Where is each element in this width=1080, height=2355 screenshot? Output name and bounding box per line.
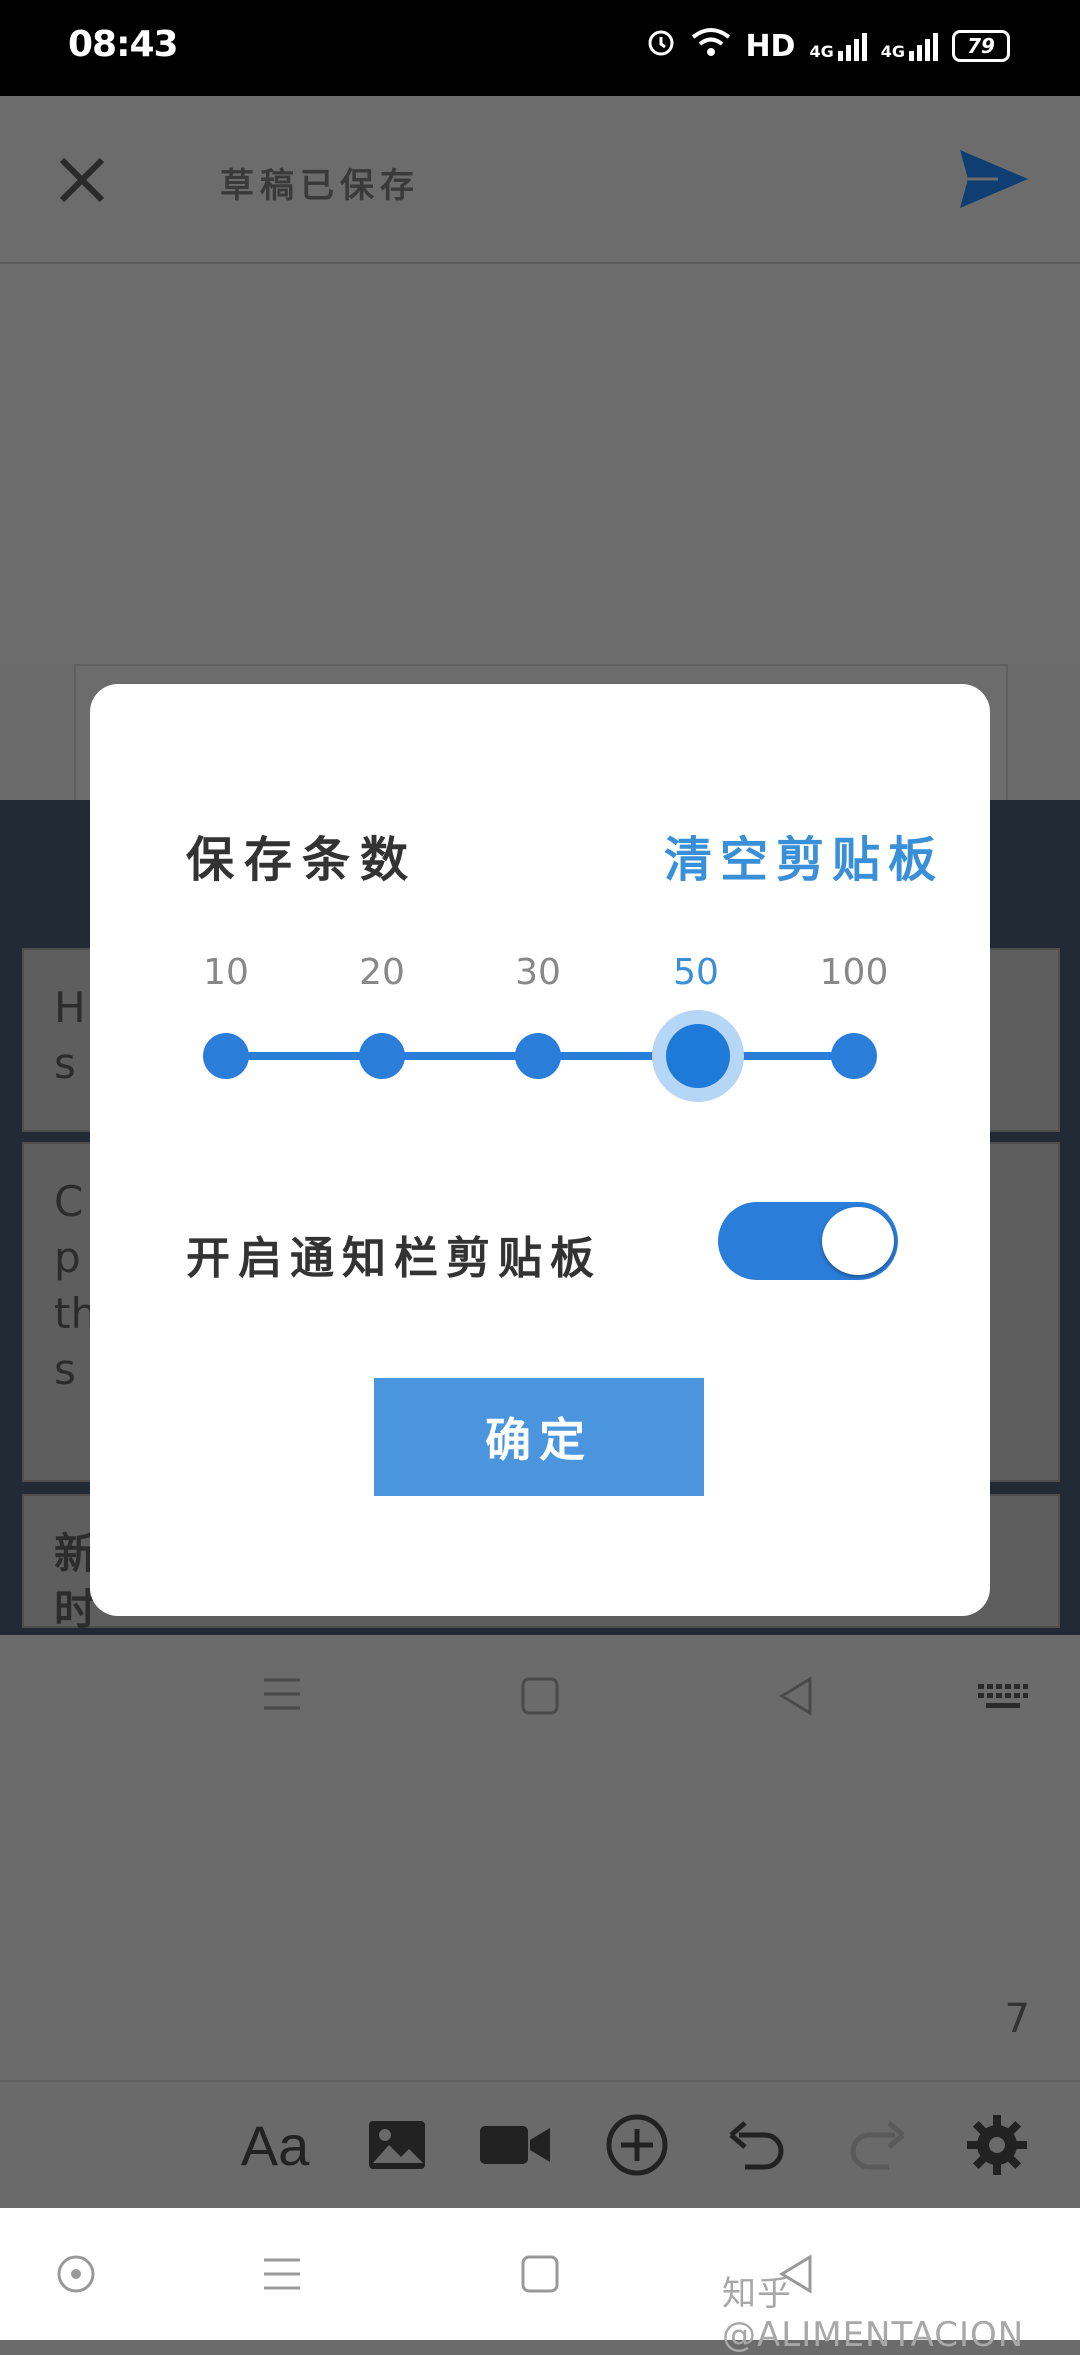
signal-bars-icon — [837, 31, 867, 61]
save-count-label: 保存条数 — [186, 832, 419, 888]
slider-option-label: 100 — [819, 952, 889, 993]
slider-option-label-selected: 50 — [673, 952, 719, 993]
square-icon[interactable] — [520, 1676, 560, 1720]
word-count: 7 — [1004, 1996, 1030, 2042]
alarm-icon — [645, 26, 677, 66]
signal-bars-icon — [909, 31, 938, 61]
wifi-icon — [691, 27, 731, 65]
toggle-knob[interactable] — [822, 1207, 894, 1275]
slider-stop[interactable] — [203, 1033, 249, 1079]
keyboard-icon[interactable] — [978, 1684, 1028, 1714]
back-triangle-icon[interactable] — [776, 1676, 816, 1720]
slider-option-label: 30 — [515, 952, 561, 993]
status-time: 08:43 — [68, 24, 179, 65]
hd-label: HD — [745, 28, 796, 64]
slider-stop[interactable] — [515, 1033, 561, 1079]
home-square-icon[interactable] — [520, 2254, 560, 2298]
slider-thumb[interactable] — [666, 1024, 730, 1088]
image-icon[interactable] — [362, 2110, 432, 2180]
menu-icon[interactable] — [262, 1676, 302, 1716]
editor-header — [0, 96, 1080, 264]
watermark: 知乎 @ALIMENTACION — [722, 2274, 1025, 2355]
status-bar: 08:43 HD 4G 4G 79 — [0, 0, 1080, 96]
slider-stop[interactable] — [831, 1033, 877, 1079]
confirm-button[interactable]: 确定 — [374, 1378, 704, 1496]
close-icon[interactable] — [52, 150, 112, 210]
notification-clipboard-label: 开启通知栏剪贴板 — [186, 1233, 602, 1284]
status-icons: HD 4G 4G 79 — [645, 26, 1010, 66]
settings-gear-icon[interactable] — [962, 2110, 1032, 2180]
font-icon: Aa — [240, 2113, 310, 2177]
signal-1: 4G — [809, 31, 867, 61]
recents-menu-icon[interactable] — [262, 2256, 302, 2296]
add-circle-icon[interactable] — [602, 2110, 672, 2180]
slider-option-label: 20 — [359, 952, 405, 993]
redo-icon[interactable] — [842, 2110, 912, 2180]
slider-option-label: 10 — [203, 952, 249, 993]
battery-icon: 79 — [952, 30, 1010, 62]
draft-status: 草稿已保存 — [220, 166, 420, 206]
editor-body — [0, 264, 1080, 664]
video-icon[interactable] — [480, 2110, 550, 2180]
font-button[interactable]: Aa — [240, 2110, 310, 2180]
send-icon[interactable] — [958, 146, 1030, 212]
signal-2: 4G — [881, 31, 938, 61]
undo-icon[interactable] — [722, 2110, 792, 2180]
assistant-dot-icon[interactable] — [56, 2254, 96, 2298]
clear-clipboard-button[interactable]: 清空剪贴板 — [664, 820, 944, 890]
slider-stop[interactable] — [359, 1033, 405, 1079]
